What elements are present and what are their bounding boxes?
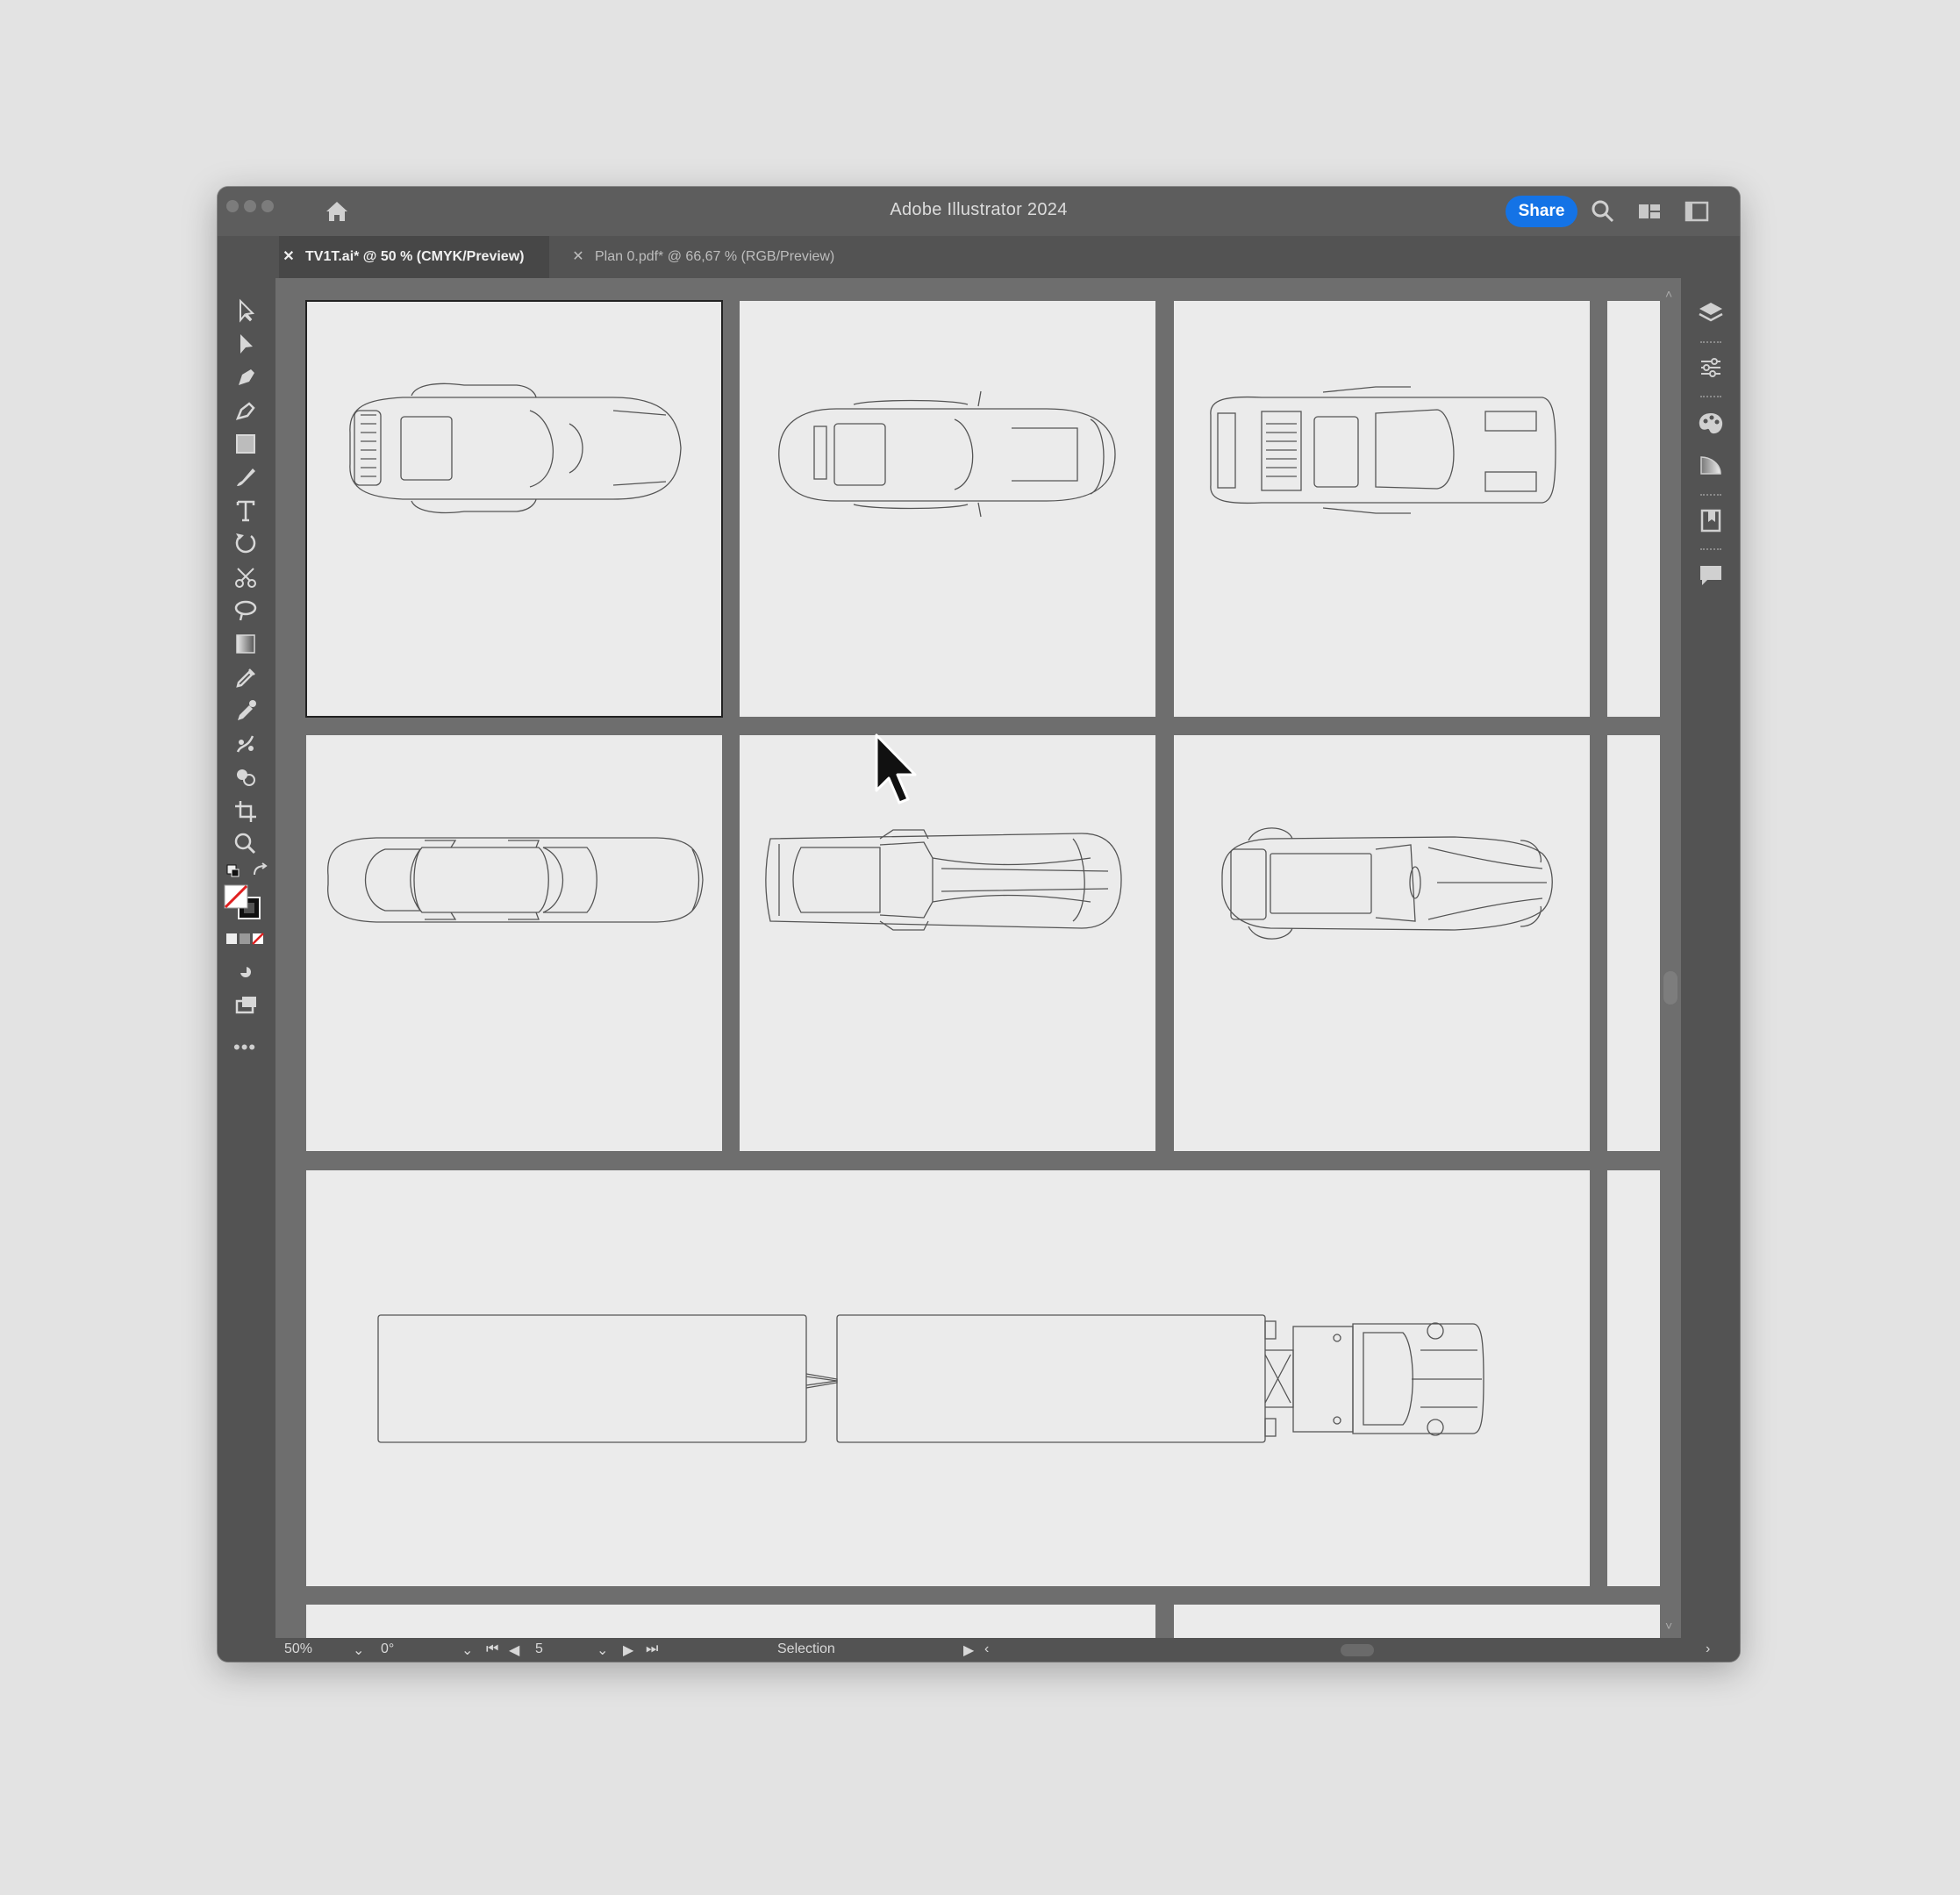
scroll-down-icon[interactable]: ˅ (1665, 1619, 1672, 1633)
artboard-car-4[interactable] (306, 735, 722, 1151)
title-bar: Adobe Illustrator 2024 Share (218, 187, 1740, 236)
gradient-panel-icon[interactable] (1695, 448, 1727, 480)
artboard-car-2[interactable] (740, 301, 1155, 717)
zoom-tool-icon[interactable] (230, 829, 261, 859)
artboard-partial-right[interactable] (1607, 1170, 1660, 1586)
artboard-car-1[interactable] (305, 300, 723, 718)
scroll-right-icon[interactable]: › (1706, 1641, 1710, 1657)
default-fill-stroke-icon[interactable] (225, 862, 246, 880)
share-button[interactable]: Share (1506, 196, 1577, 227)
edit-toolbar-more-icon[interactable]: ••• (233, 1036, 256, 1059)
panel-dock (1681, 278, 1740, 1662)
arrange-documents-icon[interactable] (1683, 197, 1711, 225)
direct-selection-tool-icon[interactable] (230, 329, 261, 359)
car-top-view-icon (1221, 827, 1553, 940)
paintbrush-tool-icon[interactable] (230, 462, 261, 492)
tab-label: Plan 0.pdf* @ 66,67 % (RGB/Preview) (595, 249, 835, 264)
eyedropper-tool-icon[interactable] (230, 662, 261, 692)
selection-tool-icon[interactable] (230, 296, 261, 325)
panel-grip (1700, 341, 1721, 347)
artboard-dropdown-chevron-icon[interactable]: ⌄ (597, 1641, 608, 1659)
scissors-tool-icon[interactable] (230, 562, 261, 592)
panel-grip (1700, 396, 1721, 401)
puppet-warp-tool-icon[interactable] (230, 729, 261, 759)
car-top-view-icon (349, 383, 682, 514)
workspace-switcher-icon[interactable] (1635, 197, 1663, 225)
horizontal-scrollbar-thumb[interactable] (1341, 1644, 1374, 1656)
next-artboard-icon[interactable]: ▶ (623, 1641, 633, 1659)
rotate-tool-icon[interactable] (230, 529, 261, 559)
zoom-level[interactable]: 50% (284, 1641, 312, 1657)
car-top-view-icon (765, 829, 1122, 931)
color-palette-icon[interactable] (1695, 408, 1727, 440)
artboard-tool-icon[interactable] (230, 796, 261, 826)
scrollbar-thumb[interactable] (1663, 971, 1677, 1005)
close-tab-icon[interactable]: ✕ (279, 236, 298, 278)
shape-builder-tool-icon[interactable] (230, 762, 261, 792)
pen-tool-icon[interactable] (230, 362, 261, 392)
car-top-view-icon (327, 837, 704, 923)
illustrator-window: Adobe Illustrator 2024 Share ✕ TV1T.ai* @… (218, 187, 1740, 1662)
car-top-view-icon (778, 390, 1116, 518)
car-top-view-icon (1210, 386, 1556, 514)
truck-trailer-top-view-icon (377, 1314, 1484, 1443)
libraries-icon[interactable] (1695, 504, 1727, 536)
tab-label: TV1T.ai* @ 50 % (CMYK/Preview) (305, 249, 525, 264)
rotation-dropdown-chevron-icon[interactable]: ⌄ (461, 1641, 473, 1659)
artboard-number[interactable]: 5 (535, 1641, 543, 1657)
layers-icon[interactable] (1695, 297, 1727, 329)
scroll-left-icon[interactable]: ‹ (984, 1641, 989, 1657)
gradient-tool-icon[interactable] (230, 629, 261, 659)
status-bar: 50% ⌄ 0° ⌄ ⏮ ◀ 5 ⌄ ▶ ⏭ Selection ▶ ‹ › (275, 1638, 1740, 1662)
canvas[interactable] (275, 278, 1660, 1638)
artboard-truck-trailer[interactable] (306, 1170, 1590, 1586)
fill-stroke-swatch[interactable] (223, 883, 263, 922)
type-tool-icon[interactable] (230, 496, 261, 526)
zoom-dropdown-chevron-icon[interactable]: ⌄ (353, 1641, 364, 1659)
properties-icon[interactable] (1695, 352, 1727, 383)
close-tab-icon[interactable]: ✕ (569, 236, 588, 278)
tools-panel: ••• (218, 278, 275, 1662)
artboard-partial-bottom[interactable] (1174, 1605, 1660, 1638)
panel-grip (1700, 548, 1721, 554)
artboard-partial-right[interactable] (1607, 301, 1660, 717)
current-tool-name: Selection (777, 1641, 835, 1656)
artboard-car-3[interactable] (1174, 301, 1590, 717)
tab-plan0[interactable]: ✕ Plan 0.pdf* @ 66,67 % (RGB/Preview) (569, 236, 884, 278)
color-picker-tool-icon[interactable] (230, 696, 261, 726)
screen-mode-icon[interactable] (230, 990, 261, 1020)
last-artboard-icon[interactable]: ⏭ (646, 1641, 658, 1657)
search-icon[interactable] (1589, 197, 1617, 225)
artboard-car-5[interactable] (740, 735, 1155, 1151)
rotation-value[interactable]: 0° (381, 1641, 394, 1657)
comments-icon[interactable] (1695, 559, 1727, 590)
previous-artboard-icon[interactable]: ◀ (509, 1641, 519, 1659)
document-tab-bar: ✕ TV1T.ai* @ 50 % (CMYK/Preview) ✕ Plan 0.… (218, 236, 1740, 278)
artboard-partial-bottom[interactable] (306, 1605, 1155, 1638)
tab-tv1t[interactable]: ✕ TV1T.ai* @ 50 % (CMYK/Preview) (279, 236, 549, 278)
vertical-scrollbar[interactable]: ˄ ˅ (1660, 278, 1681, 1638)
curvature-tool-icon[interactable] (230, 396, 261, 425)
lasso-tool-icon[interactable] (230, 596, 261, 626)
color-mode-buttons[interactable] (225, 931, 267, 947)
panel-grip (1700, 494, 1721, 499)
first-artboard-icon[interactable]: ⏮ (486, 1641, 498, 1657)
draw-mode-icon[interactable] (230, 957, 261, 987)
rectangle-tool-icon[interactable] (230, 429, 261, 459)
scroll-up-icon[interactable]: ˄ (1665, 287, 1672, 301)
mouse-pointer-icon (875, 733, 917, 804)
artboard-car-6[interactable] (1174, 735, 1590, 1151)
artboard-partial-right[interactable] (1607, 735, 1660, 1151)
status-menu-arrow-icon[interactable]: ▶ (963, 1641, 974, 1659)
swap-fill-stroke-icon[interactable] (251, 862, 270, 880)
